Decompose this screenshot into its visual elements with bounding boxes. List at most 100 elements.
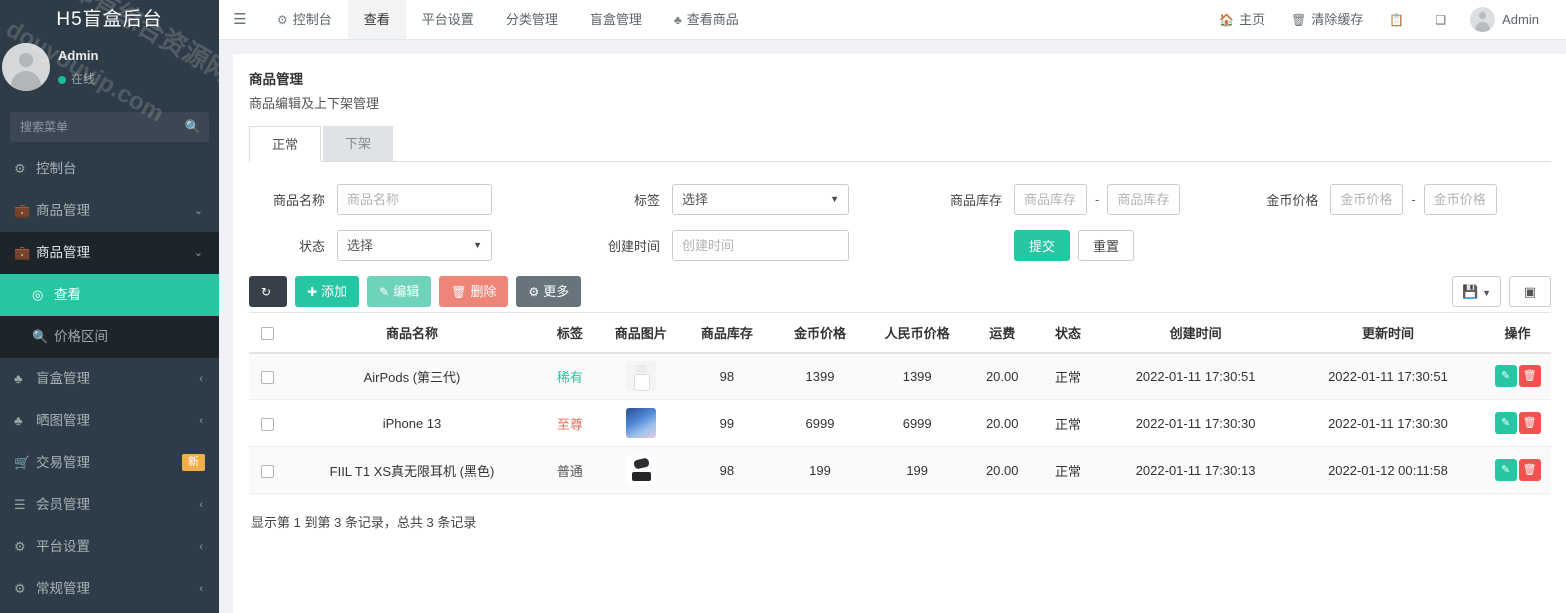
nav-user-label[interactable]: Admin	[1502, 0, 1552, 39]
status-select[interactable]: 选择 ▼	[337, 230, 492, 261]
row-delete-button[interactable]: 🗑	[1519, 365, 1541, 387]
brand-title: H5盲盒后台	[0, 0, 219, 40]
caret-icon: ‹	[199, 400, 203, 442]
nav-tab-4[interactable]: 盲盒管理	[574, 0, 658, 39]
toolbar-right: 💾 ▼ ▣	[1444, 276, 1551, 307]
row-edit-button[interactable]: ✎	[1495, 412, 1517, 434]
delete-button[interactable]: 🗑删除	[439, 276, 508, 307]
submit-button[interactable]: 提交	[1014, 230, 1070, 261]
edit-button[interactable]: ✎编辑	[367, 276, 431, 307]
columns-button[interactable]: ▣	[1509, 276, 1551, 307]
cell-updated: 2022-01-11 17:30:51	[1292, 353, 1484, 400]
cell-stock: 98	[680, 353, 773, 400]
caret-icon: ‹	[199, 568, 203, 610]
delete-button-label: 删除	[470, 284, 496, 299]
cell-shipping: 20.00	[968, 447, 1037, 494]
nav-copy[interactable]: 📋	[1376, 0, 1422, 39]
search-icon: 🔍	[185, 119, 201, 135]
caret-icon: ‹	[199, 526, 203, 568]
create-time-input[interactable]	[672, 230, 849, 261]
stock-max-input[interactable]	[1107, 184, 1180, 215]
sidebar-user[interactable]: Admin 在线	[0, 40, 219, 104]
row-checkbox[interactable]	[261, 371, 274, 384]
nav-tab-5[interactable]: ♣查看商品	[658, 0, 755, 39]
add-button[interactable]: ✚添加	[295, 276, 359, 307]
label-status: 状态	[249, 236, 337, 255]
sidebar-subitem-1[interactable]: 🔍价格区间	[0, 316, 219, 358]
table-col-10: 更新时间	[1292, 313, 1484, 353]
table-col-7: 运费	[968, 313, 1037, 353]
sidebar-item-4[interactable]: ♣晒图管理‹	[0, 400, 219, 442]
select-all-checkbox[interactable]	[261, 327, 274, 340]
sidebar-item-label: 平台设置	[36, 539, 90, 554]
main-panel: 商品管理 商品编辑及上下架管理 正常下架 商品名称 标签 选择 ▼	[233, 54, 1566, 613]
plus-icon: ✚	[307, 285, 317, 299]
sidebar-item-8[interactable]: ⚙常规管理‹	[0, 568, 219, 610]
sidebar-item-1[interactable]: 💼商品管理⌄	[0, 190, 219, 232]
pencil-icon: ✎	[379, 285, 389, 299]
row-delete-button[interactable]: 🗑	[1519, 412, 1541, 434]
row-checkbox[interactable]	[261, 465, 274, 478]
sidebar-subitem-0[interactable]: ◎查看	[0, 274, 219, 316]
cell-stock: 99	[680, 400, 773, 447]
search-input[interactable]	[10, 112, 209, 142]
table-col-0	[249, 313, 285, 353]
sidebar-item-5[interactable]: 🛒交易管理新	[0, 442, 219, 484]
nav-fullscreen[interactable]: ❑	[1422, 0, 1464, 39]
table-col-9: 创建时间	[1099, 313, 1291, 353]
refresh-button[interactable]: ↻	[249, 276, 287, 307]
export-icon: 💾	[1462, 284, 1478, 299]
sidebar-subitem-label: 查看	[54, 287, 81, 302]
stock-min-input[interactable]	[1014, 184, 1087, 215]
cell-actions: ✎🗑	[1484, 353, 1551, 400]
nav-tab-1[interactable]: 查看	[348, 0, 406, 39]
product-name-input[interactable]	[337, 184, 492, 215]
content-area: 商品管理 商品编辑及上下架管理 正常下架 商品名称 标签 选择 ▼	[219, 40, 1566, 613]
sidebar-search[interactable]: 🔍	[10, 112, 209, 142]
row-checkbox[interactable]	[261, 418, 274, 431]
search-icon: 🔍	[32, 316, 54, 358]
coin-min-input[interactable]	[1330, 184, 1403, 215]
top-navbar: ☰ ⚙控制台查看平台设置分类管理盲盒管理♣查看商品 🏠主页 🗑清除缓存 📋 ❑ …	[219, 0, 1566, 40]
sidebar-item-6[interactable]: ☰会员管理‹	[0, 484, 219, 526]
coin-max-input[interactable]	[1424, 184, 1497, 215]
menu-toggle-icon[interactable]: ☰	[219, 0, 261, 39]
row-edit-button[interactable]: ✎	[1495, 459, 1517, 481]
nav-clear-cache[interactable]: 🗑清除缓存	[1278, 0, 1376, 39]
sidebar-subitem-label: 价格区间	[54, 329, 108, 344]
label-tag: 标签	[592, 190, 672, 209]
cell-created: 2022-01-11 17:30:13	[1099, 447, 1291, 494]
row-delete-button[interactable]: 🗑	[1519, 459, 1541, 481]
row-edit-button[interactable]: ✎	[1495, 365, 1517, 387]
tag-select[interactable]: 选择 ▼	[672, 184, 849, 215]
reset-button[interactable]: 重置	[1078, 230, 1134, 261]
sidebar-item-label: 商品管理	[36, 203, 90, 218]
nav-tab-0[interactable]: ⚙控制台	[261, 0, 348, 39]
sidebar-item-2[interactable]: 💼商品管理⌄	[0, 232, 219, 274]
table-row[interactable]: AirPods (第三代)稀有981399139920.00正常2022-01-…	[249, 353, 1551, 400]
sidebar-item-3[interactable]: ♣盲盒管理‹	[0, 358, 219, 400]
table-row[interactable]: FIIL T1 XS真无限耳机 (黑色)普通9819919920.00正常202…	[249, 447, 1551, 494]
nav-home[interactable]: 🏠主页	[1206, 0, 1278, 39]
more-button[interactable]: ⚙更多	[516, 276, 581, 307]
caret-icon: ‹	[199, 484, 203, 526]
table-col-8: 状态	[1037, 313, 1100, 353]
page-tab-0[interactable]: 正常	[249, 126, 321, 162]
table-row[interactable]: iPhone 13至尊996999699920.00正常2022-01-11 1…	[249, 400, 1551, 447]
table-col-11: 操作	[1484, 313, 1551, 353]
page-tab-1[interactable]: 下架	[323, 126, 393, 161]
nav-tab-2[interactable]: 平台设置	[406, 0, 490, 39]
cell-status: 正常	[1037, 447, 1100, 494]
export-dropdown-button[interactable]: 💾 ▼	[1452, 276, 1501, 307]
nav-home-label: 主页	[1239, 12, 1265, 27]
gift-icon: ♣	[14, 358, 36, 400]
nav-tab-3[interactable]: 分类管理	[490, 0, 574, 39]
table-col-2: 标签	[539, 313, 602, 353]
table-col-1: 商品名称	[285, 313, 538, 353]
sidebar-item-0[interactable]: ⚙控制台	[0, 148, 219, 190]
nav-tab-label: 查看	[364, 12, 390, 27]
cell-status: 正常	[1037, 400, 1100, 447]
sidebar-item-7[interactable]: ⚙平台设置‹	[0, 526, 219, 568]
nav-avatar[interactable]	[1470, 7, 1495, 32]
cell-shipping: 20.00	[968, 400, 1037, 447]
